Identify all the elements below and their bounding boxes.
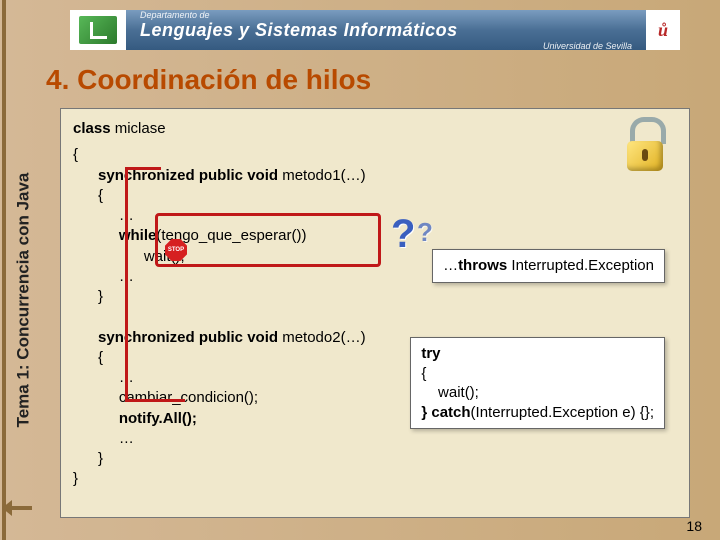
arrow-left-icon — [2, 506, 32, 510]
sidebar-text: Tema 1: Concurrencia con Java — [13, 173, 33, 428]
red-connector — [125, 399, 185, 402]
header-main: Lenguajes y Sistemas Informáticos — [140, 20, 632, 41]
code-line: } — [73, 287, 677, 307]
left-rule — [2, 0, 6, 540]
callout-trycatch: try { wait(); } catch(Interrupted.Except… — [410, 337, 665, 429]
header: Departamento de Lenguajes y Sistemas Inf… — [60, 8, 680, 52]
code-line: { — [73, 186, 677, 206]
question-icon: ? — [391, 207, 415, 261]
header-univ: Universidad de Sevilla — [140, 41, 632, 51]
dept-logo — [70, 10, 126, 50]
code-line: … — [73, 429, 677, 449]
code-line — [73, 307, 677, 327]
header-dept: Departamento de — [140, 10, 632, 20]
code-line: { — [73, 145, 677, 165]
code-line: } — [73, 449, 677, 469]
code-line: synchronized public void metodo1(…) — [73, 166, 677, 186]
page-number: 18 — [686, 518, 702, 534]
callout-throws: …throws …throws Interrupted.ExceptionInt… — [432, 249, 665, 283]
lock-icon — [623, 117, 667, 171]
question-icon: ? — [417, 215, 433, 250]
code-box: class miclase { synchronized public void… — [60, 108, 690, 518]
red-connector — [125, 167, 128, 399]
while-highlight-frame — [155, 213, 381, 267]
red-connector — [125, 167, 161, 170]
header-title: Departamento de Lenguajes y Sistemas Inf… — [126, 10, 646, 50]
sidebar-label: Tema 1: Concurrencia con Java — [10, 140, 36, 460]
code-line: } — [73, 469, 677, 489]
code-line: class miclase — [73, 119, 677, 139]
section-title: 4. Coordinación de hilos — [46, 64, 371, 96]
university-logo: ů — [646, 10, 680, 50]
